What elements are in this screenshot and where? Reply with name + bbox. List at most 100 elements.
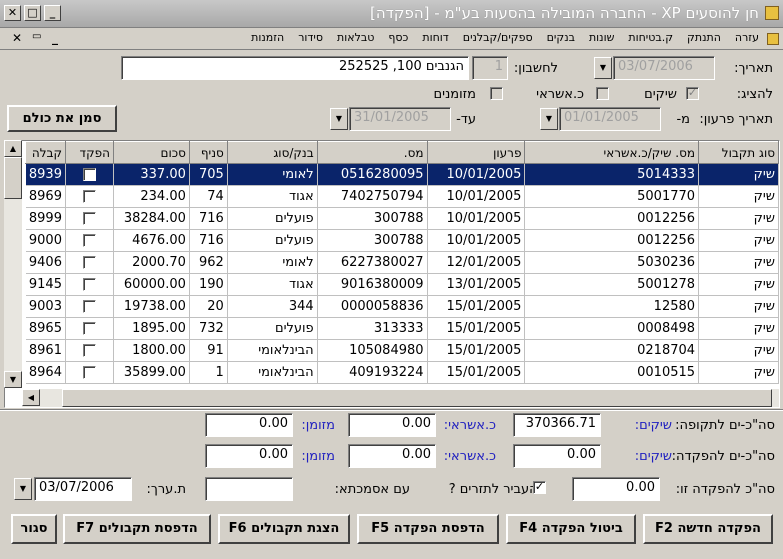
- cell-number[interactable]: 0000058836: [317, 295, 428, 318]
- deposit-checkbox[interactable]: [82, 256, 96, 269]
- show-cash-checkbox[interactable]: [490, 87, 503, 100]
- deposit-checkbox[interactable]: [82, 190, 96, 203]
- cell-receipt[interactable]: 8939: [25, 163, 66, 186]
- col-branch[interactable]: סניף: [188, 141, 228, 164]
- cell-due[interactable]: 10/01/2005: [427, 229, 526, 252]
- cell-bank[interactable]: לאומי: [227, 251, 318, 274]
- date-dropdown-button[interactable]: ▼: [594, 57, 612, 79]
- cell-receipt[interactable]: 8964: [25, 361, 66, 384]
- horizontal-scrollbar[interactable]: ◀: [22, 389, 779, 407]
- vertical-scroll-thumb[interactable]: [4, 157, 22, 199]
- table-row[interactable]: 8965 1895.00 732 פועלים 313333 15/01/2005 0008…: [25, 317, 779, 340]
- cell-number[interactable]: 313333: [317, 317, 428, 340]
- table-row[interactable]: 8939 337.00 705 לאומי 0516280095 10/01/2005 50…: [25, 163, 779, 186]
- menu-banks[interactable]: בנקים: [547, 31, 575, 44]
- table-row[interactable]: 9145 60000.00 190 אגוד 9016380009 13/01/2005 5…: [25, 273, 779, 296]
- col-due[interactable]: פרעון: [426, 141, 526, 164]
- cell-bank[interactable]: 344: [227, 295, 318, 318]
- horizontal-scroll-thumb[interactable]: [62, 389, 772, 407]
- cell-type[interactable]: שיק: [698, 207, 779, 230]
- menu-reports[interactable]: דוחות: [422, 31, 448, 44]
- from-date-dropdown-button[interactable]: ▼: [540, 108, 558, 130]
- deposit-checkbox[interactable]: [82, 300, 96, 313]
- from-date-field[interactable]: 01/01/2005: [559, 107, 661, 131]
- deposit-checkbox[interactable]: [82, 234, 96, 247]
- table-row[interactable]: 8961 1800.00 91 הבינלאומי 105084980 15/01/200…: [25, 339, 779, 362]
- cell-type[interactable]: שיק: [698, 295, 779, 318]
- cell-number[interactable]: 0516280095: [317, 163, 428, 186]
- cell-amount[interactable]: 1800.00: [113, 339, 190, 362]
- cell-amount[interactable]: 38284.00: [113, 207, 190, 230]
- cell-check[interactable]: 5001770: [524, 185, 700, 208]
- cell-check[interactable]: 0012256: [524, 207, 700, 230]
- scroll-down-button[interactable]: ▼: [4, 371, 22, 388]
- show-checks-checkbox[interactable]: ✓: [686, 87, 699, 100]
- reference-field[interactable]: [205, 477, 293, 501]
- cell-number[interactable]: 6227380027: [317, 251, 428, 274]
- cell-type[interactable]: שיק: [698, 361, 779, 384]
- cell-bank[interactable]: לאומי: [227, 163, 318, 186]
- table-row[interactable]: 9406 2000.70 962 לאומי 6227380027 12/01/2005 5…: [25, 251, 779, 274]
- menu-tables[interactable]: טבלאות: [337, 31, 374, 44]
- table-row[interactable]: 9003 19738.00 20 344 0000058836 15/01/2005 125…: [25, 295, 779, 318]
- cell-due[interactable]: 10/01/2005: [427, 163, 526, 186]
- menu-misc[interactable]: שונות: [589, 31, 614, 44]
- col-type[interactable]: סוג תקבול: [698, 141, 779, 164]
- cell-type[interactable]: שיק: [698, 251, 779, 274]
- mdi-restore-icon[interactable]: ▭: [32, 31, 41, 42]
- cell-number[interactable]: 409193224: [317, 361, 428, 384]
- cell-bank[interactable]: הבינלאומי: [227, 339, 318, 362]
- maximize-window-button[interactable]: □: [24, 5, 41, 21]
- cell-check[interactable]: 5014333: [524, 163, 700, 186]
- to-date-dropdown-button[interactable]: ▼: [330, 108, 348, 130]
- menu-safety[interactable]: ק.בטיחות: [628, 31, 673, 44]
- value-date-dropdown-button[interactable]: ▼: [14, 478, 32, 500]
- cell-branch[interactable]: 190: [189, 273, 228, 296]
- cell-type[interactable]: שיק: [698, 185, 779, 208]
- scroll-left-button[interactable]: ◀: [22, 389, 40, 406]
- account-number-field[interactable]: 1: [472, 56, 508, 80]
- cell-check[interactable]: 5030236: [524, 251, 700, 274]
- account-name-field[interactable]: הגנבים 100, 252525: [121, 56, 469, 80]
- cell-due[interactable]: 10/01/2005: [427, 207, 526, 230]
- cancel-deposit-button[interactable]: ביטול הפקדה F4: [506, 514, 636, 544]
- menu-money[interactable]: כסף: [388, 31, 408, 44]
- transfer-checkbox[interactable]: ✓: [533, 481, 546, 494]
- scroll-up-button[interactable]: ▲: [4, 140, 22, 157]
- cell-receipt[interactable]: 9145: [25, 273, 66, 296]
- cell-branch[interactable]: 74: [189, 185, 228, 208]
- cell-check[interactable]: 5001278: [524, 273, 700, 296]
- deposit-credit-field[interactable]: 0.00: [348, 444, 436, 468]
- close-window-button[interactable]: ✕: [4, 5, 21, 21]
- deposit-checkbox[interactable]: [82, 344, 96, 357]
- to-date-field[interactable]: 31/01/2005: [349, 107, 451, 131]
- show-receipts-button[interactable]: הצגת תקבולים F6: [218, 514, 350, 544]
- cell-due[interactable]: 15/01/2005: [427, 339, 526, 362]
- deposit-checkbox[interactable]: [82, 366, 96, 379]
- cell-number[interactable]: 7402750794: [317, 185, 428, 208]
- col-receipt[interactable]: קבלה: [25, 141, 66, 164]
- cell-amount[interactable]: 19738.00: [113, 295, 190, 318]
- value-date-field[interactable]: 03/07/2006: [34, 477, 132, 501]
- cell-number[interactable]: 300788: [317, 229, 428, 252]
- cell-type[interactable]: שיק: [698, 273, 779, 296]
- cell-branch[interactable]: 716: [189, 207, 228, 230]
- cell-due[interactable]: 13/01/2005: [427, 273, 526, 296]
- close-button[interactable]: סגור: [11, 514, 57, 544]
- cell-branch[interactable]: 20: [189, 295, 228, 318]
- table-row[interactable]: 8964 35899.00 1 הבינלאומי 409193224 15/01/200…: [25, 361, 779, 384]
- cell-branch[interactable]: 732: [189, 317, 228, 340]
- deposit-checkbox[interactable]: [82, 278, 96, 291]
- cell-branch[interactable]: 716: [189, 229, 228, 252]
- cell-amount[interactable]: 35899.00: [113, 361, 190, 384]
- menu-orders[interactable]: הזמנות: [251, 31, 284, 44]
- deposit-checkbox[interactable]: [82, 168, 96, 181]
- cell-number[interactable]: 105084980: [317, 339, 428, 362]
- cell-branch[interactable]: 91: [189, 339, 228, 362]
- minimize-window-button[interactable]: _: [44, 5, 61, 21]
- cell-amount[interactable]: 337.00: [113, 163, 190, 186]
- cell-type[interactable]: שיק: [698, 163, 779, 186]
- menu-help[interactable]: עזרה: [735, 31, 759, 44]
- period-credit-field[interactable]: 0.00: [348, 413, 436, 437]
- cell-number[interactable]: 300788: [317, 207, 428, 230]
